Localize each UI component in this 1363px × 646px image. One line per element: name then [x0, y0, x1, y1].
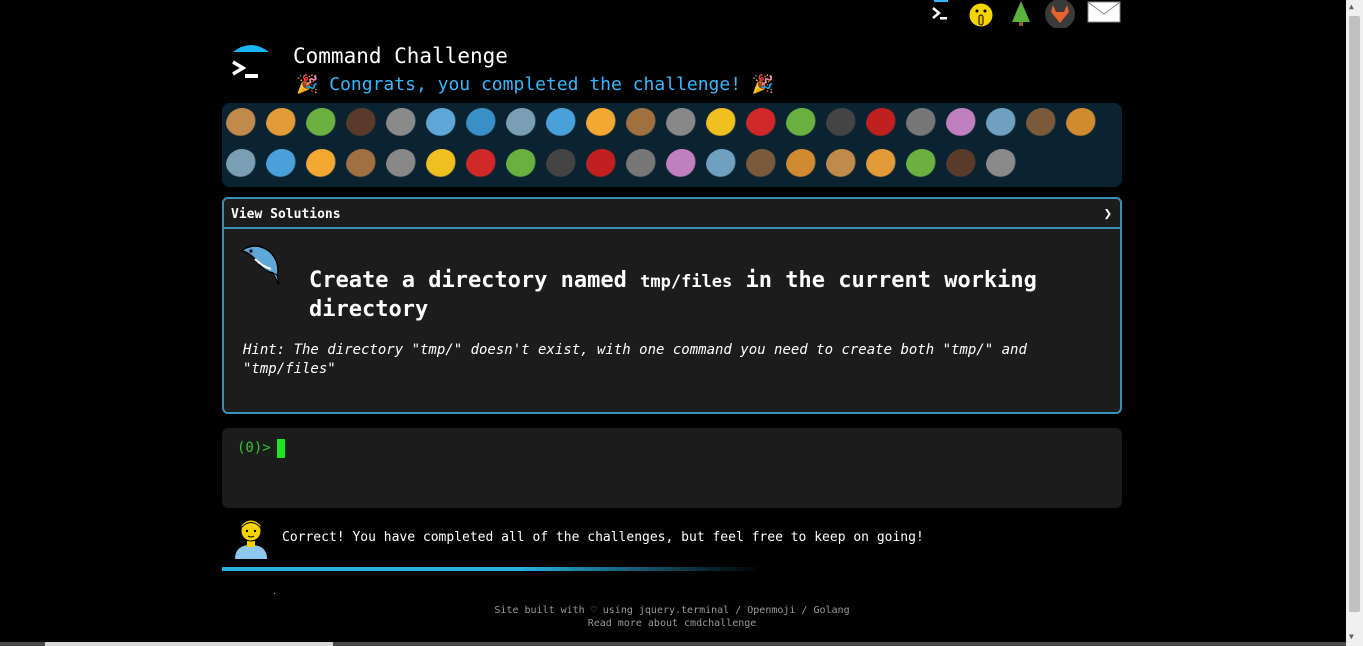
result-message: Correct! You have completed all of the c…	[282, 530, 924, 545]
progress-bar	[222, 567, 762, 571]
sunflower-icon[interactable]	[986, 149, 1018, 181]
panda-icon[interactable]	[666, 149, 698, 181]
logo[interactable]	[230, 42, 272, 86]
gitlab-icon[interactable]	[1044, 0, 1075, 29]
dolphin-icon[interactable]	[506, 108, 538, 140]
scorpion-icon[interactable]	[866, 108, 898, 140]
tiger-icon[interactable]	[346, 149, 378, 181]
pig-icon[interactable]	[506, 149, 538, 181]
fish-icon[interactable]	[546, 108, 578, 140]
dolphin-blue-icon[interactable]	[466, 108, 498, 140]
tropical-fish-icon[interactable]	[586, 108, 618, 140]
scroll-up-icon[interactable]: ▲	[1349, 2, 1354, 11]
shushing-face-icon[interactable]	[966, 0, 996, 28]
task-code: tmp/files	[640, 272, 733, 292]
wolf-icon[interactable]	[666, 108, 698, 140]
scrollbar-thumb[interactable]	[1349, 16, 1360, 612]
view-solutions-header[interactable]: View Solutions ❯	[224, 199, 1120, 229]
horizontal-scrollbar-thumb[interactable]	[45, 642, 333, 646]
lion-icon[interactable]	[306, 149, 338, 181]
butterfly-icon[interactable]	[266, 108, 298, 140]
rose-icon[interactable]	[906, 149, 938, 181]
terminal-icon[interactable]	[924, 0, 954, 28]
ladybug-icon[interactable]	[746, 108, 778, 140]
gorilla-icon[interactable]	[1026, 108, 1058, 140]
chevron-right-icon[interactable]: ❯	[1104, 206, 1112, 222]
view-solutions-label: View Solutions	[231, 207, 341, 222]
vertical-scrollbar[interactable]: ▲ ▼	[1346, 0, 1363, 646]
challenge-grid	[222, 103, 1122, 187]
scroll-down-icon[interactable]: ▼	[1349, 632, 1354, 641]
blowfish-icon[interactable]	[626, 108, 658, 140]
dragon-icon[interactable]	[826, 149, 858, 181]
hatching-chick-icon[interactable]	[706, 149, 738, 181]
caterpillar-icon[interactable]	[306, 108, 338, 140]
unicorn-icon[interactable]	[426, 149, 458, 181]
peacock-icon[interactable]	[746, 149, 778, 181]
whale-icon	[237, 241, 285, 289]
challenge-panel: View Solutions ❯ Create a directory name…	[222, 197, 1122, 414]
page-title: Command Challenge	[293, 44, 508, 68]
challenge-hint: Hint: The directory "tmp/" doesn't exist…	[243, 342, 1027, 377]
task-text-start: Create a directory named	[309, 268, 627, 293]
bee-icon[interactable]	[706, 108, 738, 140]
blossom-icon[interactable]	[946, 149, 978, 181]
footer-about-link[interactable]: Read more about cmdchallenge	[222, 617, 1122, 630]
dog-icon[interactable]	[1066, 108, 1098, 140]
congrats-message: 🎉 Congrats, you completed the challenge!…	[296, 74, 775, 95]
top-icon-bar	[920, 0, 1126, 29]
cricket-icon[interactable]	[786, 108, 818, 140]
terminal-cursor	[277, 439, 285, 458]
spider-icon[interactable]	[826, 108, 858, 140]
clipped-line	[258, 586, 318, 594]
microbe-icon[interactable]	[986, 108, 1018, 140]
fly-icon[interactable]	[906, 108, 938, 140]
cherry-blossom-icon[interactable]	[866, 149, 898, 181]
footer: Site built with ♡ using jquery.terminal …	[222, 604, 1122, 630]
challenge-task: Create a directory named tmp/files in th…	[309, 267, 1089, 324]
cow-icon[interactable]	[466, 149, 498, 181]
mouse-icon[interactable]	[546, 149, 578, 181]
snail-icon[interactable]	[226, 108, 258, 140]
ant-icon[interactable]	[346, 108, 378, 140]
frog-icon[interactable]	[786, 149, 818, 181]
hamster-icon[interactable]	[586, 149, 618, 181]
cat-icon[interactable]	[266, 149, 298, 181]
person-avatar-icon	[233, 517, 269, 559]
terminal[interactable]: (0)>	[222, 428, 1122, 508]
terminal-prompt: (0)>	[237, 440, 271, 456]
spider-web-icon[interactable]	[386, 108, 418, 140]
tree-icon[interactable]	[1006, 0, 1036, 28]
mail-icon[interactable]	[1086, 0, 1122, 28]
bear-icon[interactable]	[626, 149, 658, 181]
horse-icon[interactable]	[386, 149, 418, 181]
footer-credits: Site built with ♡ using jquery.terminal …	[494, 605, 850, 616]
worm-icon[interactable]	[946, 108, 978, 140]
fox-icon[interactable]	[226, 149, 258, 181]
whale-icon[interactable]	[426, 108, 458, 140]
